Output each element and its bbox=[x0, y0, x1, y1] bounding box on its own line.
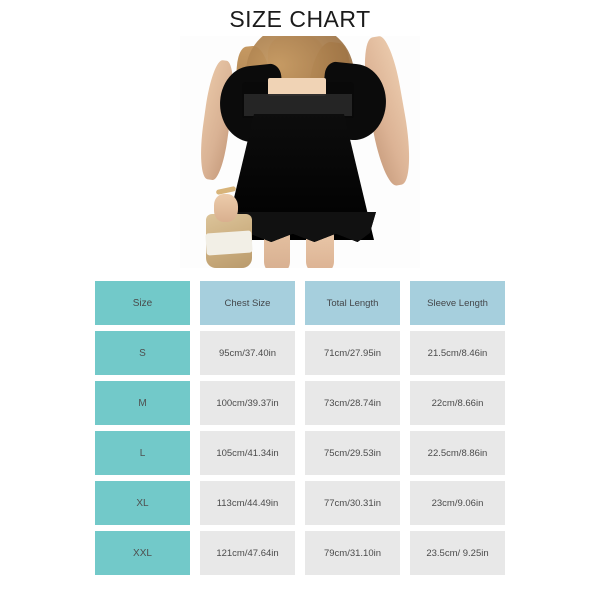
page-title: SIZE CHART bbox=[229, 6, 371, 32]
cell-size: M bbox=[95, 381, 190, 425]
size-chart-page: SIZE CHART Size Chest Size Total Length … bbox=[0, 0, 600, 600]
cell-chest-size: 105cm/41.34in bbox=[200, 431, 295, 475]
cell-size: XXL bbox=[95, 531, 190, 575]
table-row: S 95cm/37.40in 71cm/27.95in 21.5cm/8.46i… bbox=[95, 331, 507, 375]
cell-chest-size: 100cm/39.37in bbox=[200, 381, 295, 425]
table-header-row: Size Chest Size Total Length Sleeve Leng… bbox=[95, 281, 507, 325]
table-row: XL 113cm/44.49in 77cm/30.31in 23cm/9.06i… bbox=[95, 481, 507, 525]
cell-size: S bbox=[95, 331, 190, 375]
table-row: L 105cm/41.34in 75cm/29.53in 22.5cm/8.86… bbox=[95, 431, 507, 475]
column-header-size: Size bbox=[95, 281, 190, 325]
cell-sleeve-length: 22.5cm/8.86in bbox=[410, 431, 505, 475]
garment-lace-yoke bbox=[244, 94, 352, 116]
product-photo-canvas bbox=[180, 36, 420, 268]
cell-total-length: 77cm/30.31in bbox=[305, 481, 400, 525]
cell-chest-size: 95cm/37.40in bbox=[200, 331, 295, 375]
cell-chest-size: 121cm/47.64in bbox=[200, 531, 295, 575]
cell-size: L bbox=[95, 431, 190, 475]
cell-total-length: 71cm/27.95in bbox=[305, 331, 400, 375]
table-row: XXL 121cm/47.64in 79cm/31.10in 23.5cm/ 9… bbox=[95, 531, 507, 575]
cell-chest-size: 113cm/44.49in bbox=[200, 481, 295, 525]
size-chart-table: Size Chest Size Total Length Sleeve Leng… bbox=[95, 281, 507, 575]
cell-total-length: 73cm/28.74in bbox=[305, 381, 400, 425]
cell-sleeve-length: 23cm/9.06in bbox=[410, 481, 505, 525]
cell-total-length: 75cm/29.53in bbox=[305, 431, 400, 475]
column-header-sleeve-length: Sleeve Length bbox=[410, 281, 505, 325]
cell-size: XL bbox=[95, 481, 190, 525]
column-header-total-length: Total Length bbox=[305, 281, 400, 325]
straw-bag-flap bbox=[205, 230, 253, 256]
cell-sleeve-length: 21.5cm/8.46in bbox=[410, 331, 505, 375]
model-hand bbox=[214, 194, 238, 222]
cell-sleeve-length: 23.5cm/ 9.25in bbox=[410, 531, 505, 575]
cell-total-length: 79cm/31.10in bbox=[305, 531, 400, 575]
table-row: M 100cm/39.37in 73cm/28.74in 22cm/8.66in bbox=[95, 381, 507, 425]
cell-sleeve-length: 22cm/8.66in bbox=[410, 381, 505, 425]
product-photo bbox=[180, 36, 420, 268]
column-header-chest-size: Chest Size bbox=[200, 281, 295, 325]
